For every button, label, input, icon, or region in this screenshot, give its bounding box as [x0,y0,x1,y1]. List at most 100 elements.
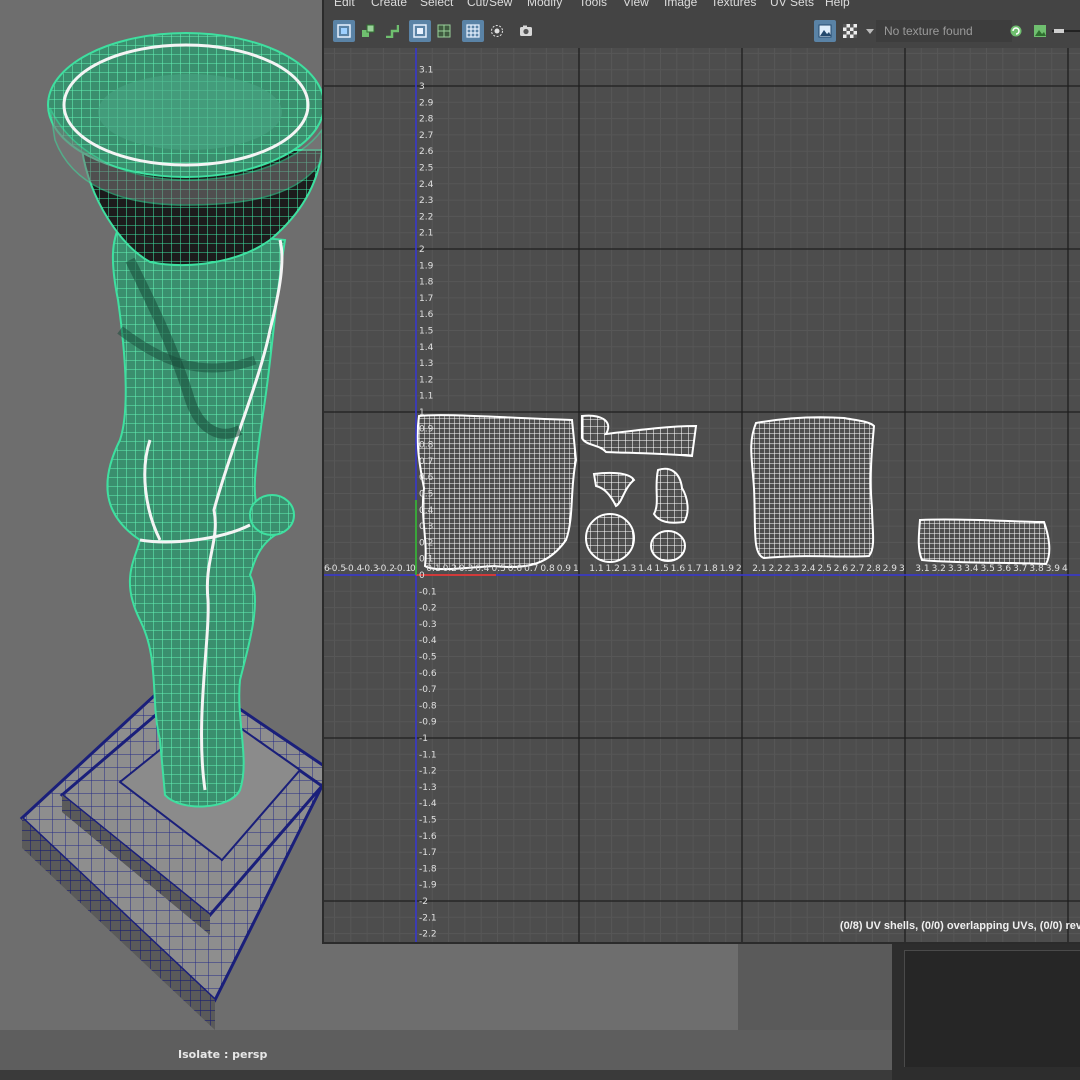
checker-icon[interactable] [839,20,861,42]
menu-help[interactable]: Help [825,0,850,9]
uv-grid-canvas[interactable]: 3.1 3 2.9 2.8 2.7 2.6 2.5 2.4 2.3 2.2 2.1 2 1.9 1.8 1.… [324,48,1080,942]
u-tick-label: -0.2 [377,564,395,574]
u-tick-label: -0.5 [329,564,347,574]
image-display-icon[interactable] [814,20,836,42]
u-tick-label: 2.6 [834,564,849,574]
v-tick-label: -1.2 [419,767,437,777]
v-tick-label: 2.7 [419,131,433,141]
uv-shell-5 [585,513,635,563]
u-tick-label: 1.8 [703,564,718,574]
u-tick-label: 2.4 [801,564,816,574]
v-tick-label: -0.3 [419,620,437,630]
u-tick-label: 1.5 [655,564,669,574]
uv-shell-6 [650,530,686,562]
u-tick-label: 0.7 [524,564,538,574]
pivot-icon[interactable] [486,20,508,42]
viewport-edge-panel [738,942,892,1030]
frame-selection-icon[interactable] [409,20,431,42]
v-tick-label: 2.3 [419,196,433,206]
menu-cut-sew[interactable]: Cut/Sew [467,0,512,9]
uv-editor-window[interactable]: Edit Create Select Cut/Sew Modify Tools … [322,0,1080,944]
v-tick-label: 2.9 [419,98,434,108]
image-icon[interactable] [1029,20,1051,42]
uv-shell-7 [750,416,876,560]
u-tick-label: 2.2 [769,564,783,574]
u-tick-label: 0.8 [540,564,555,574]
u-tick-label: 3.3 [948,564,962,574]
v-tick-label: -0.5 [419,653,437,663]
u-tick-label: 3.6 [997,564,1012,574]
v-tick-label: -2 [419,897,428,907]
v-tick-label: -1.5 [419,816,437,826]
u-tick-label: 0.4 [475,564,490,574]
u-tick-label: 0.1 [426,564,440,574]
menu-uv-sets[interactable]: UV Sets [770,0,814,9]
v-tick-label: -0.2 [419,604,437,614]
menu-create[interactable]: Create [371,0,407,9]
v-tick-label: -0.6 [419,669,437,679]
menu-textures[interactable]: Textures [711,0,756,9]
v-tick-label: -1.3 [419,783,437,793]
menu-select[interactable]: Select [420,0,453,9]
v-tick-label: -1.9 [419,881,437,891]
u-tick-label: 3 [899,564,905,574]
uv-shell-icon[interactable] [333,20,355,42]
v-tick-label: -0.8 [419,701,437,711]
menu-modify[interactable]: Modify [527,0,562,9]
viewport-footer [0,1030,892,1070]
exposure-slider[interactable] [1052,20,1080,42]
v-tick-label: 2.4 [419,180,434,190]
uv-component-icon[interactable] [357,20,379,42]
u-tick-label: 2 [736,564,742,574]
texture-field[interactable]: No texture found [876,20,1012,42]
v-tick-label: 1.8 [419,278,434,288]
u-tick-label: 1.4 [638,564,653,574]
v-tick-label: 2.5 [419,164,433,174]
outliner-inner [904,950,1080,1067]
menu-view[interactable]: View [623,0,649,9]
uv-grid-svg: 3.132.92.82.72.62.52.42.32.22.121.91.81.… [324,48,1080,942]
u-tick-label: 0.3 [459,564,473,574]
v-tick-label: -1.7 [419,848,437,858]
u-tick-label: 2.7 [850,564,864,574]
menu-tools[interactable]: Tools [579,0,607,9]
u-tick-label: 1.2 [606,564,620,574]
u-tick-label: 4 [1062,564,1068,574]
menu-image[interactable]: Image [664,0,697,9]
v-tick-label: 1 [419,408,425,418]
v-tick-label: 2.6 [419,147,434,157]
u-tick-label: 3.1 [915,564,929,574]
snapshot-icon[interactable] [515,20,537,42]
v-tick-label: -1.4 [419,799,437,809]
u-tick-label: 3.2 [932,564,946,574]
refresh-icon[interactable] [1005,20,1027,42]
v-tick-label: 2.8 [419,115,434,125]
v-tick-label: -1.6 [419,832,437,842]
u-tick-label: 3.9 [1046,564,1061,574]
u-tick-label: 2.3 [785,564,799,574]
v-tick-label: -1.1 [419,750,437,760]
u-tick-label: -0.3 [361,564,379,574]
u-tick-label: 0 [410,564,416,574]
u-tick-label: 1.6 [671,564,686,574]
u-tick-label: -0.4 [345,564,363,574]
v-tick-label: 1.7 [419,294,433,304]
u-tick-label: -0.1 [394,564,412,574]
v-tick-label: 0.8 [419,441,434,451]
v-tick-label: 2 [419,245,425,255]
v-tick-label: -0.4 [419,636,437,646]
uv-editor-toolbar: No texture found [324,12,1080,48]
v-tick-label: 1.4 [419,343,434,353]
u-tick-label: 2.8 [866,564,881,574]
u-tick-label: 3.7 [1013,564,1027,574]
frame-all-icon[interactable] [433,20,455,42]
v-tick-label: 1.6 [419,310,434,320]
v-tick-label: 1.5 [419,327,433,337]
dropdown-arrow-icon[interactable] [861,20,875,42]
u-tick-label: 2.1 [752,564,766,574]
v-tick-label: -1 [419,734,428,744]
uv-stack-icon[interactable] [381,20,403,42]
menu-edit[interactable]: Edit [334,0,355,9]
grid-toggle-icon[interactable] [462,20,484,42]
v-tick-label: 0 [419,571,425,581]
